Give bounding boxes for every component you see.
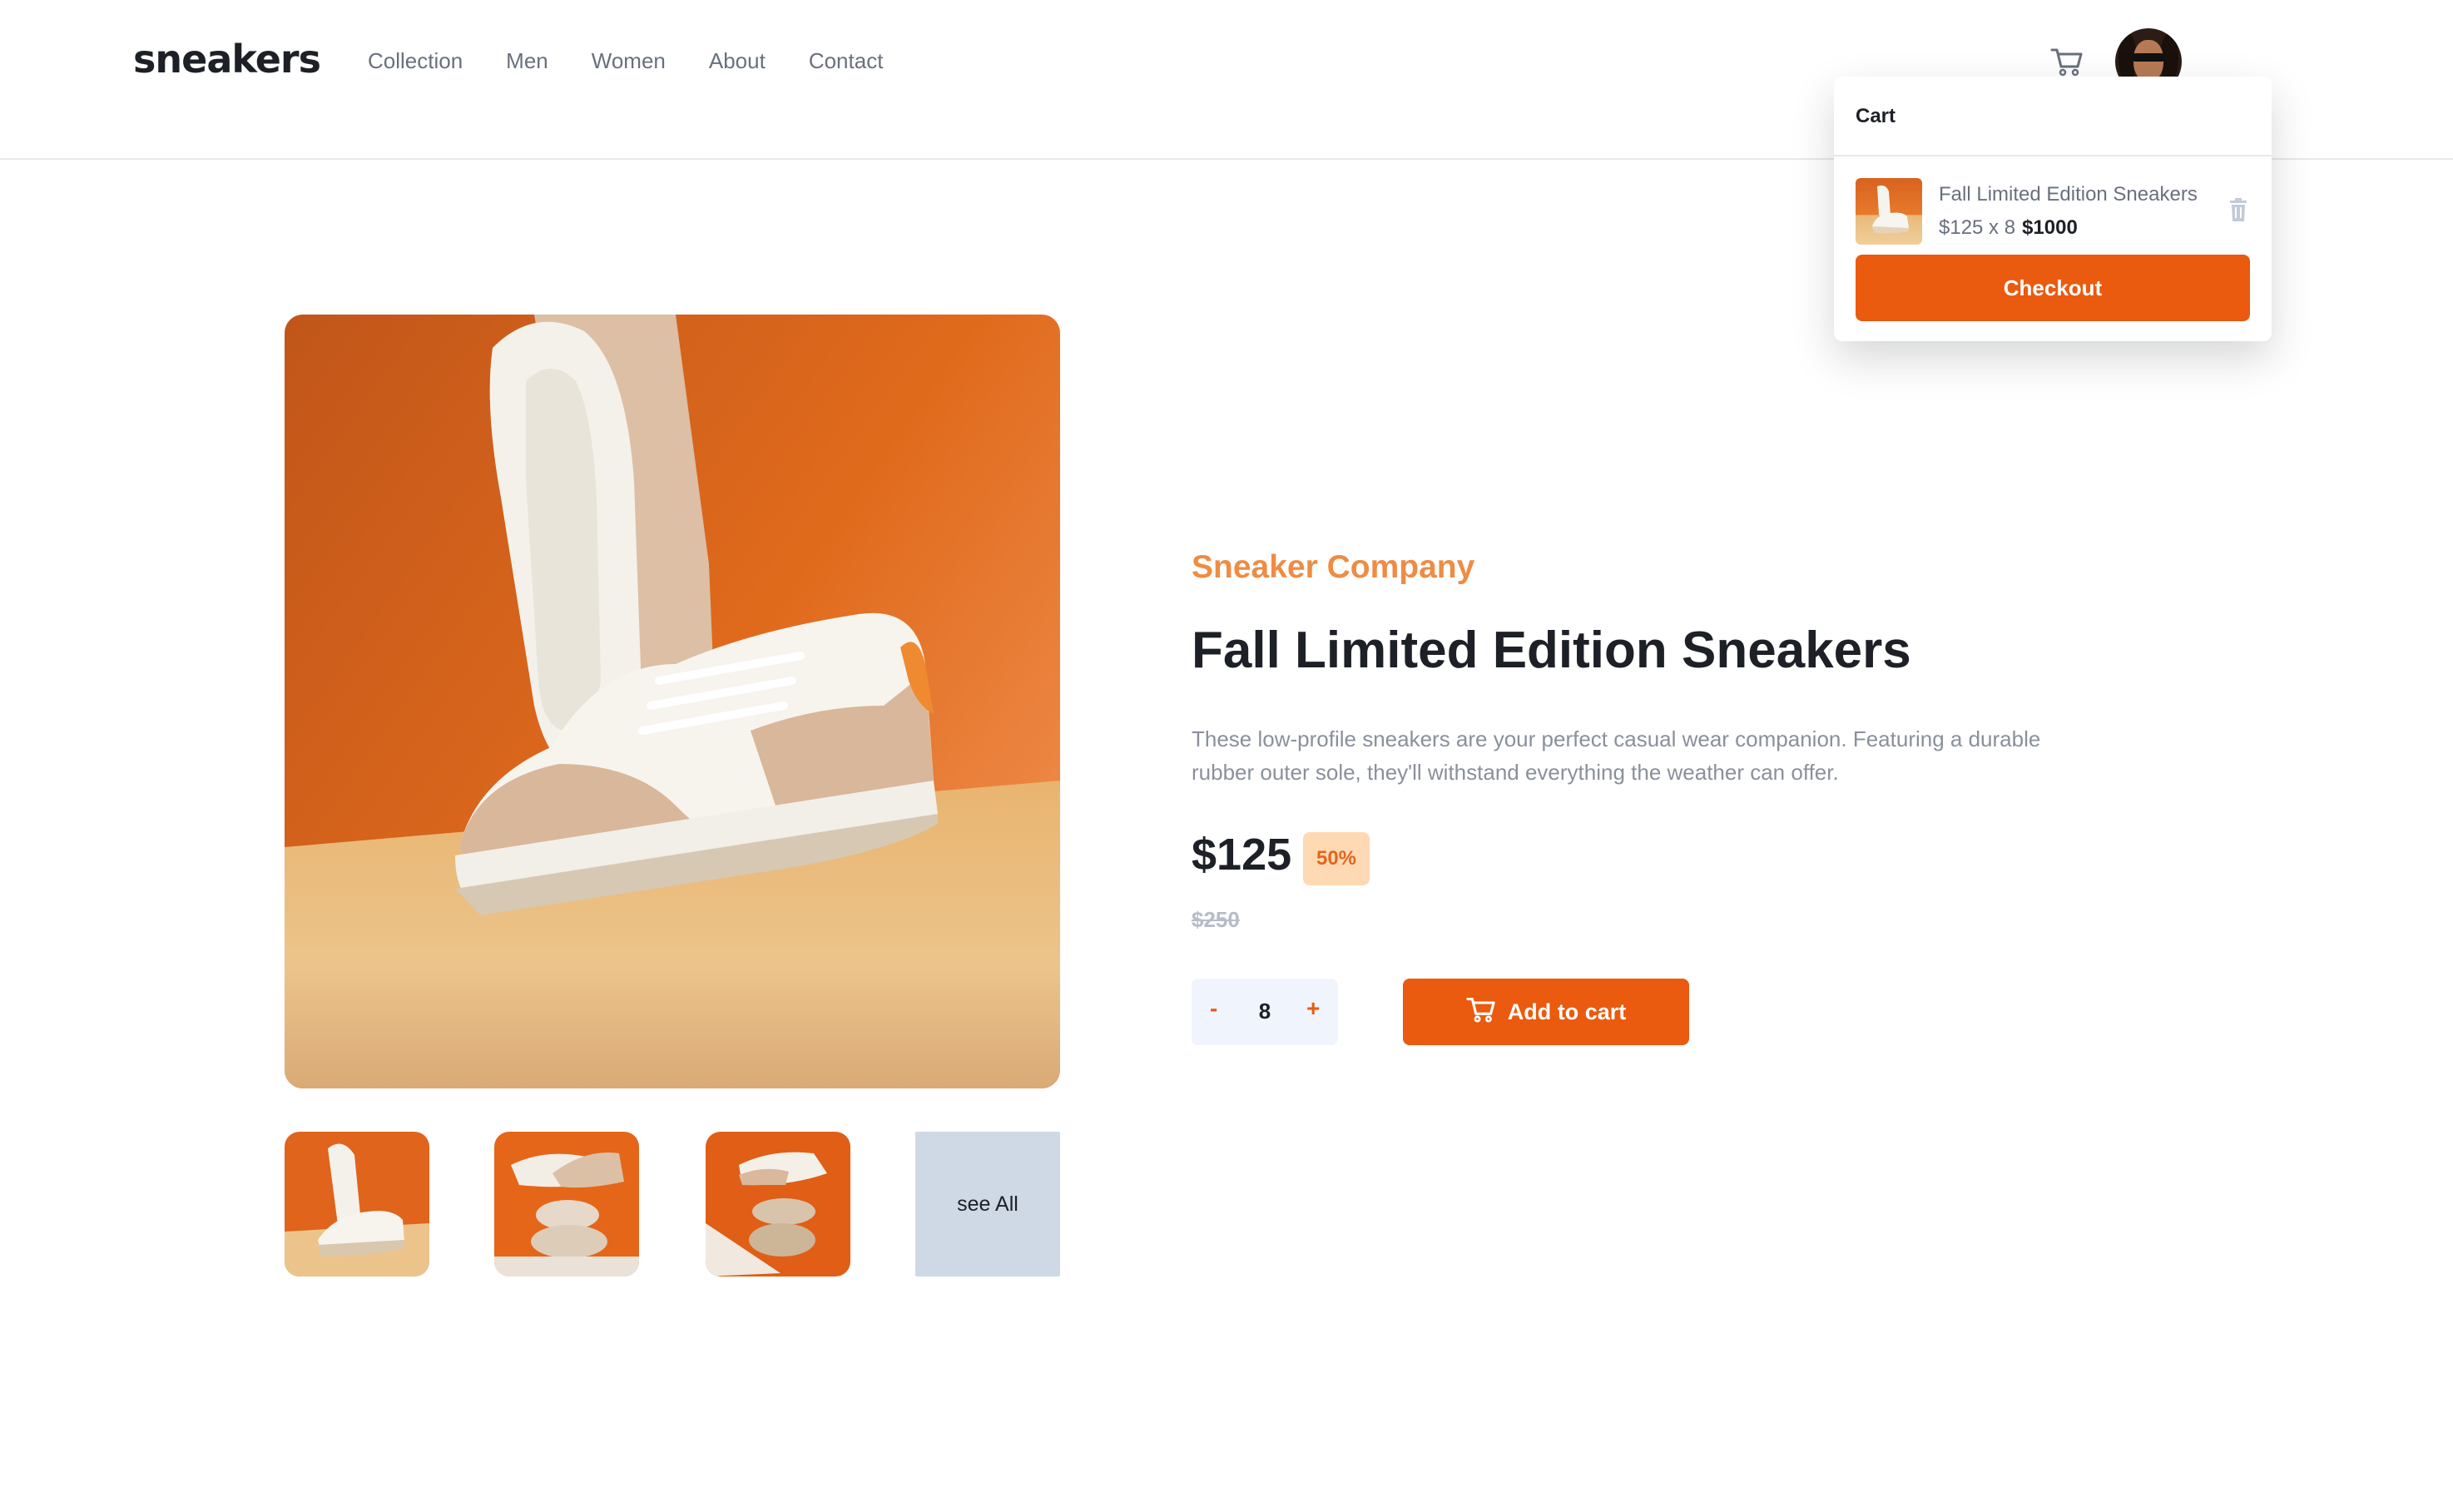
- cart-divider: [1834, 155, 2272, 156]
- company-name: Sneaker Company: [1192, 549, 1475, 585]
- cart-item-calc: $125 x 8: [1939, 216, 2016, 239]
- cart-icon: [1466, 996, 1496, 1029]
- logo[interactable]: sneakers: [133, 37, 321, 82]
- discount-badge: 50%: [1303, 832, 1370, 885]
- product-page: sneakers Collection Men Women About Cont…: [0, 0, 2453, 1512]
- increase-button[interactable]: +: [1306, 995, 1320, 1022]
- main-nav: Collection Men Women About Contact: [368, 48, 926, 74]
- cart-icon[interactable]: [2050, 47, 2084, 77]
- cart-dropdown: Cart Fall Limited Edition Sneakers $125 …: [1834, 77, 2272, 341]
- nav-men[interactable]: Men: [506, 48, 548, 74]
- main-product-image[interactable]: [285, 315, 1060, 1088]
- trash-icon[interactable]: [2228, 198, 2248, 221]
- original-price: $250: [1192, 907, 1240, 932]
- nav-contact[interactable]: Contact: [809, 48, 884, 74]
- add-to-cart-button[interactable]: Add to cart: [1403, 979, 1689, 1045]
- cart-item-thumbnail: [1856, 178, 1922, 245]
- see-all-button[interactable]: see All: [915, 1132, 1060, 1277]
- product-description: These low-profile sneakers are your perf…: [1192, 726, 2041, 785]
- quantity-stepper: - 8 +: [1192, 979, 1338, 1045]
- thumbnail-1[interactable]: [285, 1132, 429, 1277]
- add-to-cart-label: Add to cart: [1507, 999, 1627, 1024]
- cart-title: Cart: [1856, 105, 1896, 127]
- current-price: $125: [1192, 830, 1292, 880]
- checkout-button[interactable]: Checkout: [1856, 255, 2250, 321]
- nav-women[interactable]: Women: [592, 48, 666, 74]
- product-title: Fall Limited Edition Sneakers: [1192, 622, 1911, 679]
- cart-item-total: $1000: [2022, 216, 2078, 239]
- thumbnail-3[interactable]: [706, 1132, 850, 1277]
- cart-item-name: Fall Limited Edition Sneakers: [1939, 183, 2198, 206]
- cart-item-price-line: $125 x 8 $1000: [1939, 216, 2078, 240]
- thumbnail-2[interactable]: [494, 1132, 639, 1277]
- nav-about[interactable]: About: [709, 48, 766, 74]
- nav-collection[interactable]: Collection: [368, 48, 463, 74]
